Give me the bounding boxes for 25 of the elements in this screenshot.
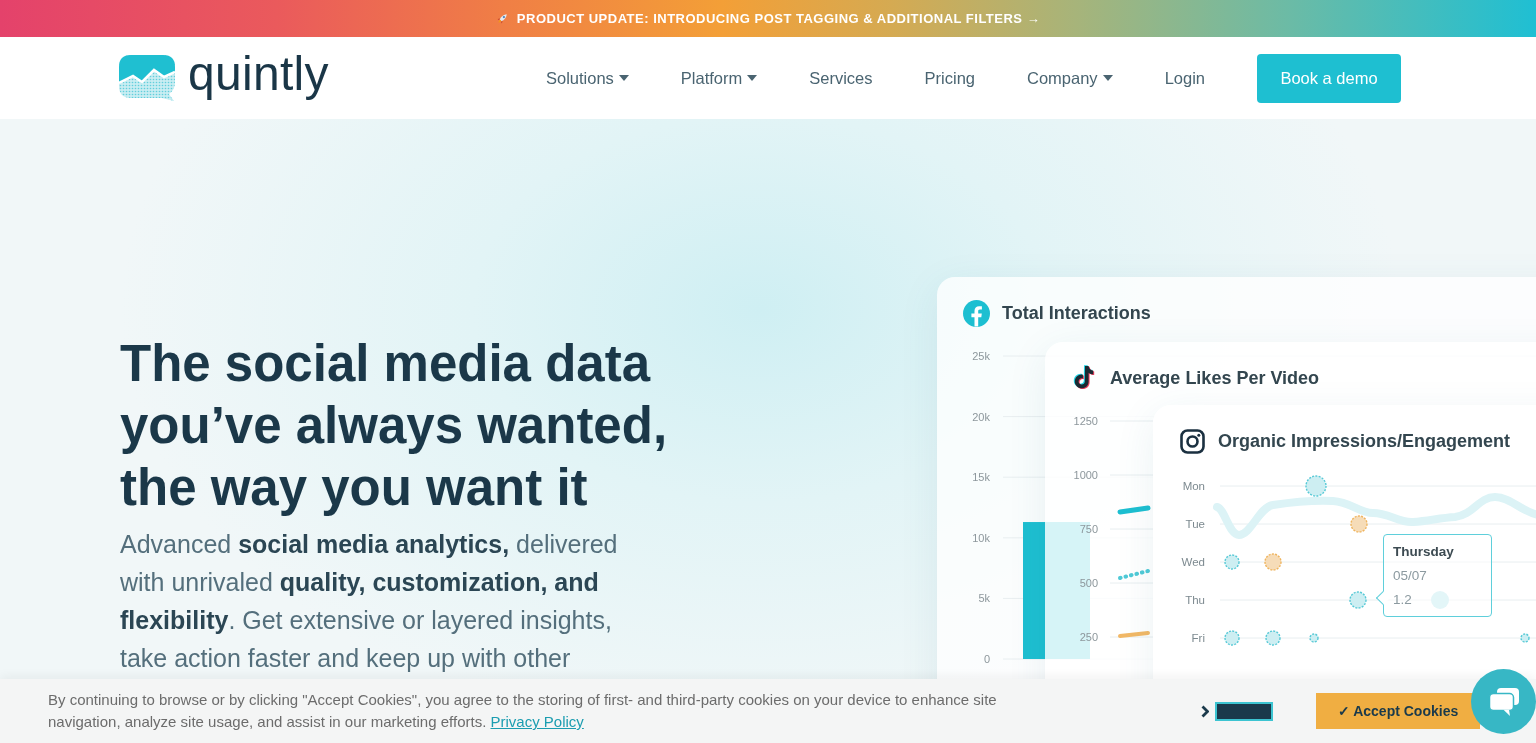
row-label: Fri: [1191, 632, 1205, 644]
row-label: Wed: [1181, 556, 1205, 568]
axis-label: 10k: [972, 531, 990, 544]
axis-label: 25k: [972, 350, 990, 362]
card-title: Total Interactions: [1002, 301, 1151, 325]
row-label: Thu: [1185, 594, 1205, 606]
row-label: Tue: [1185, 518, 1205, 530]
axis-label: 20k: [972, 410, 990, 423]
axis-label: 5k: [978, 592, 990, 605]
axis-label: 500: [1079, 577, 1098, 589]
axis-label: 250: [1079, 631, 1098, 643]
axis-label: 1000: [1073, 469, 1098, 481]
hero-heading: The social media data you’ve always wanted, the way you want it: [120, 334, 669, 518]
axis-label: 750: [1079, 523, 1098, 535]
hero-description: Advanced social media analytics, delivered with unrivaled quality, customization, and flexibility. Get extensive or layered insights, take action faster and keep up with other: [120, 529, 619, 674]
axis-label: 15k: [972, 471, 990, 484]
card-title: Average Likes Per Video: [1110, 366, 1320, 390]
cookie-notice: By continuing to browse or by clicking "Accept Cookies", you agree to the storing of first- and third-party cookies on your device to enhance site navigation, analyze site usage, and assist in our marketing efforts. Privacy Policy: [48, 690, 998, 732]
row-label: Mon: [1182, 480, 1205, 492]
tooltip-title: Thursday: [1393, 543, 1454, 561]
card-title: Organic Impressions/Engagement: [1218, 429, 1511, 453]
tooltip-date: 05/07: [1393, 567, 1427, 585]
tooltip-value: 1.2: [1393, 591, 1412, 609]
axis-label: 0: [983, 653, 990, 665]
axis-label: 1250: [1073, 415, 1098, 427]
